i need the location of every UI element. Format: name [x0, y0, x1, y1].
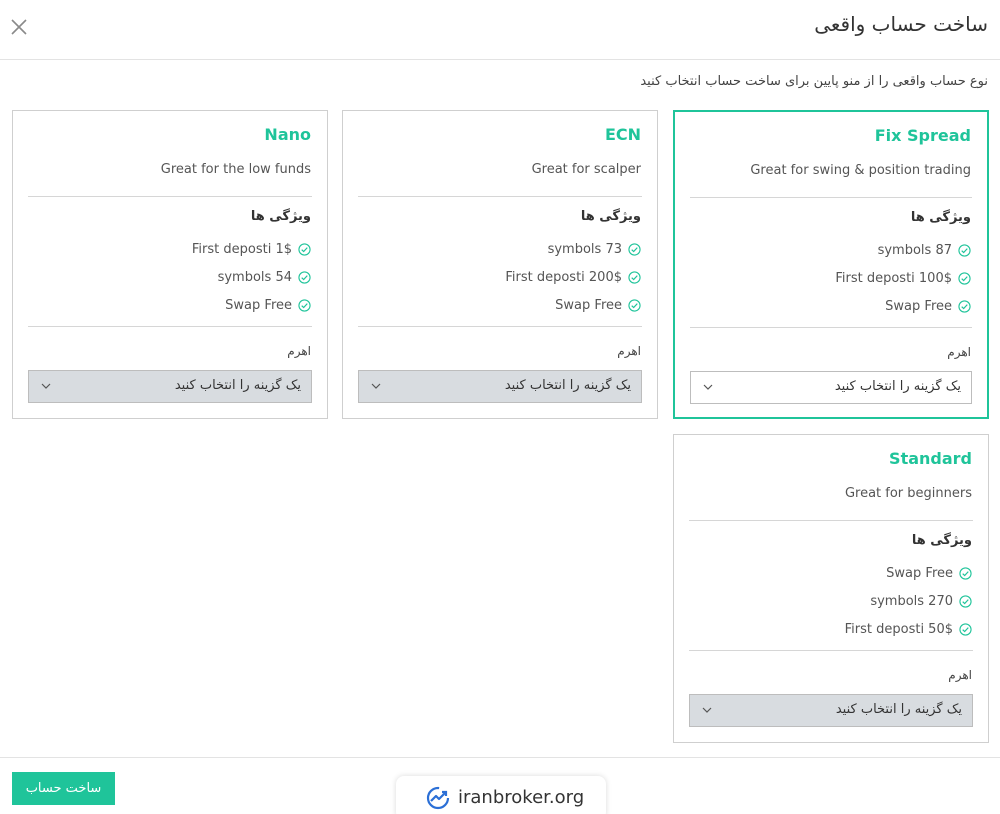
account-card-name: Standard — [889, 449, 972, 468]
feature-text: symbols 270 — [870, 593, 953, 609]
check-circle-icon — [298, 242, 311, 256]
feature-item: First deposti 50$ — [845, 615, 972, 643]
feature-text: symbols 87 — [877, 242, 952, 258]
features-list: Swap Free symbols 270 First deposti 50$ — [845, 559, 972, 643]
check-circle-icon — [628, 298, 641, 312]
leverage-select[interactable]: یک گزینه را انتخاب کنید — [28, 370, 312, 403]
check-circle-icon — [628, 270, 641, 284]
divider — [690, 327, 972, 328]
leverage-label: اهرم — [948, 668, 972, 682]
feature-text: First deposti 1$ — [191, 241, 292, 257]
divider — [689, 520, 973, 521]
divider — [689, 650, 973, 651]
feature-text: symbols 54 — [217, 269, 292, 285]
check-circle-icon — [958, 299, 971, 313]
leverage-select[interactable]: یک گزینه را انتخاب کنید — [358, 370, 642, 403]
account-card-name: Nano — [264, 125, 311, 144]
check-circle-icon — [959, 622, 972, 636]
feature-item: Swap Free — [192, 291, 311, 319]
feature-text: First deposti 200$ — [505, 269, 622, 285]
feature-text: symbols 73 — [547, 241, 622, 257]
feature-text: Swap Free — [225, 297, 292, 313]
chevron-down-icon — [702, 707, 712, 713]
select-placeholder: یک گزینه را انتخاب کنید — [835, 702, 962, 717]
features-list: symbols 87 First deposti 100$ Swap Free — [835, 236, 971, 320]
divider — [28, 196, 312, 197]
account-card-nano[interactable]: Nano Great for the low funds ویژگی ها Fi… — [12, 110, 328, 419]
footer-divider — [0, 757, 1000, 758]
feature-item: Swap Free — [845, 559, 972, 587]
divider — [690, 197, 972, 198]
features-list: symbols 73 First deposti 200$ Swap Free — [505, 235, 641, 319]
feature-item: Swap Free — [835, 292, 971, 320]
leverage-select[interactable]: یک گزینه را انتخاب کنید — [689, 694, 973, 727]
check-circle-icon — [958, 271, 971, 285]
features-title: ویژگی ها — [580, 209, 641, 224]
account-card-name: ECN — [604, 125, 641, 144]
account-card-standard[interactable]: Standard Great for beginners ویژگی ها Sw… — [673, 434, 989, 743]
divider — [358, 326, 642, 327]
leverage-label: اهرم — [947, 345, 971, 359]
feature-item: Swap Free — [505, 291, 641, 319]
feature-text: First deposti 100$ — [835, 270, 952, 286]
account-card-ecn[interactable]: ECN Great for scalper ویژگی ها symbols 7… — [342, 110, 658, 419]
select-placeholder: یک گزینه را انتخاب کنید — [834, 379, 961, 394]
leverage-select[interactable]: یک گزینه را انتخاب کنید — [690, 371, 972, 404]
select-placeholder: یک گزینه را انتخاب کنید — [504, 378, 631, 393]
check-circle-icon — [959, 594, 972, 608]
close-icon[interactable] — [10, 18, 28, 36]
feature-item: symbols 73 — [505, 235, 641, 263]
check-circle-icon — [628, 242, 641, 256]
account-card-description: Great for scalper — [531, 162, 641, 177]
modal-title: ساخت حساب واقعی — [814, 12, 988, 36]
feature-item: symbols 54 — [192, 263, 311, 291]
iranbroker-logo-icon — [426, 786, 450, 810]
leverage-label: اهرم — [617, 344, 641, 358]
chevron-down-icon — [41, 383, 51, 389]
feature-item: symbols 270 — [845, 587, 972, 615]
features-list: First deposti 1$ symbols 54 Swap Free — [192, 235, 311, 319]
modal-header: ساخت حساب واقعی — [0, 0, 1000, 60]
features-title: ویژگی ها — [911, 533, 972, 548]
divider — [358, 196, 642, 197]
watermark-text: iranbroker.org — [458, 787, 585, 808]
feature-text: Swap Free — [555, 297, 622, 313]
check-circle-icon — [298, 298, 311, 312]
features-title: ویژگی ها — [910, 210, 971, 225]
feature-item: First deposti 1$ — [192, 235, 311, 263]
check-circle-icon — [958, 243, 971, 257]
account-card-fix-spread[interactable]: Fix Spread Great for swing & position tr… — [673, 110, 989, 419]
feature-item: First deposti 200$ — [505, 263, 641, 291]
account-card-description: Great for swing & position trading — [750, 163, 971, 178]
check-circle-icon — [959, 566, 972, 580]
watermark-badge: iranbroker.org — [396, 776, 606, 814]
account-card-description: Great for the low funds — [160, 162, 311, 177]
feature-item: First deposti 100$ — [835, 264, 971, 292]
feature-item: symbols 87 — [835, 236, 971, 264]
create-account-button[interactable]: ساخت حساب — [12, 772, 115, 805]
check-circle-icon — [298, 270, 311, 284]
feature-text: Swap Free — [885, 298, 952, 314]
feature-text: First deposti 50$ — [844, 621, 953, 637]
feature-text: Swap Free — [886, 565, 953, 581]
features-title: ویژگی ها — [250, 209, 311, 224]
chevron-down-icon — [371, 383, 381, 389]
leverage-label: اهرم — [287, 344, 311, 358]
chevron-down-icon — [703, 384, 713, 390]
divider — [28, 326, 312, 327]
modal-subtitle: نوع حساب واقعی را از منو پایین برای ساخت… — [640, 74, 988, 89]
account-card-description: Great for beginners — [844, 486, 972, 501]
select-placeholder: یک گزینه را انتخاب کنید — [174, 378, 301, 393]
account-card-name: Fix Spread — [874, 126, 971, 145]
